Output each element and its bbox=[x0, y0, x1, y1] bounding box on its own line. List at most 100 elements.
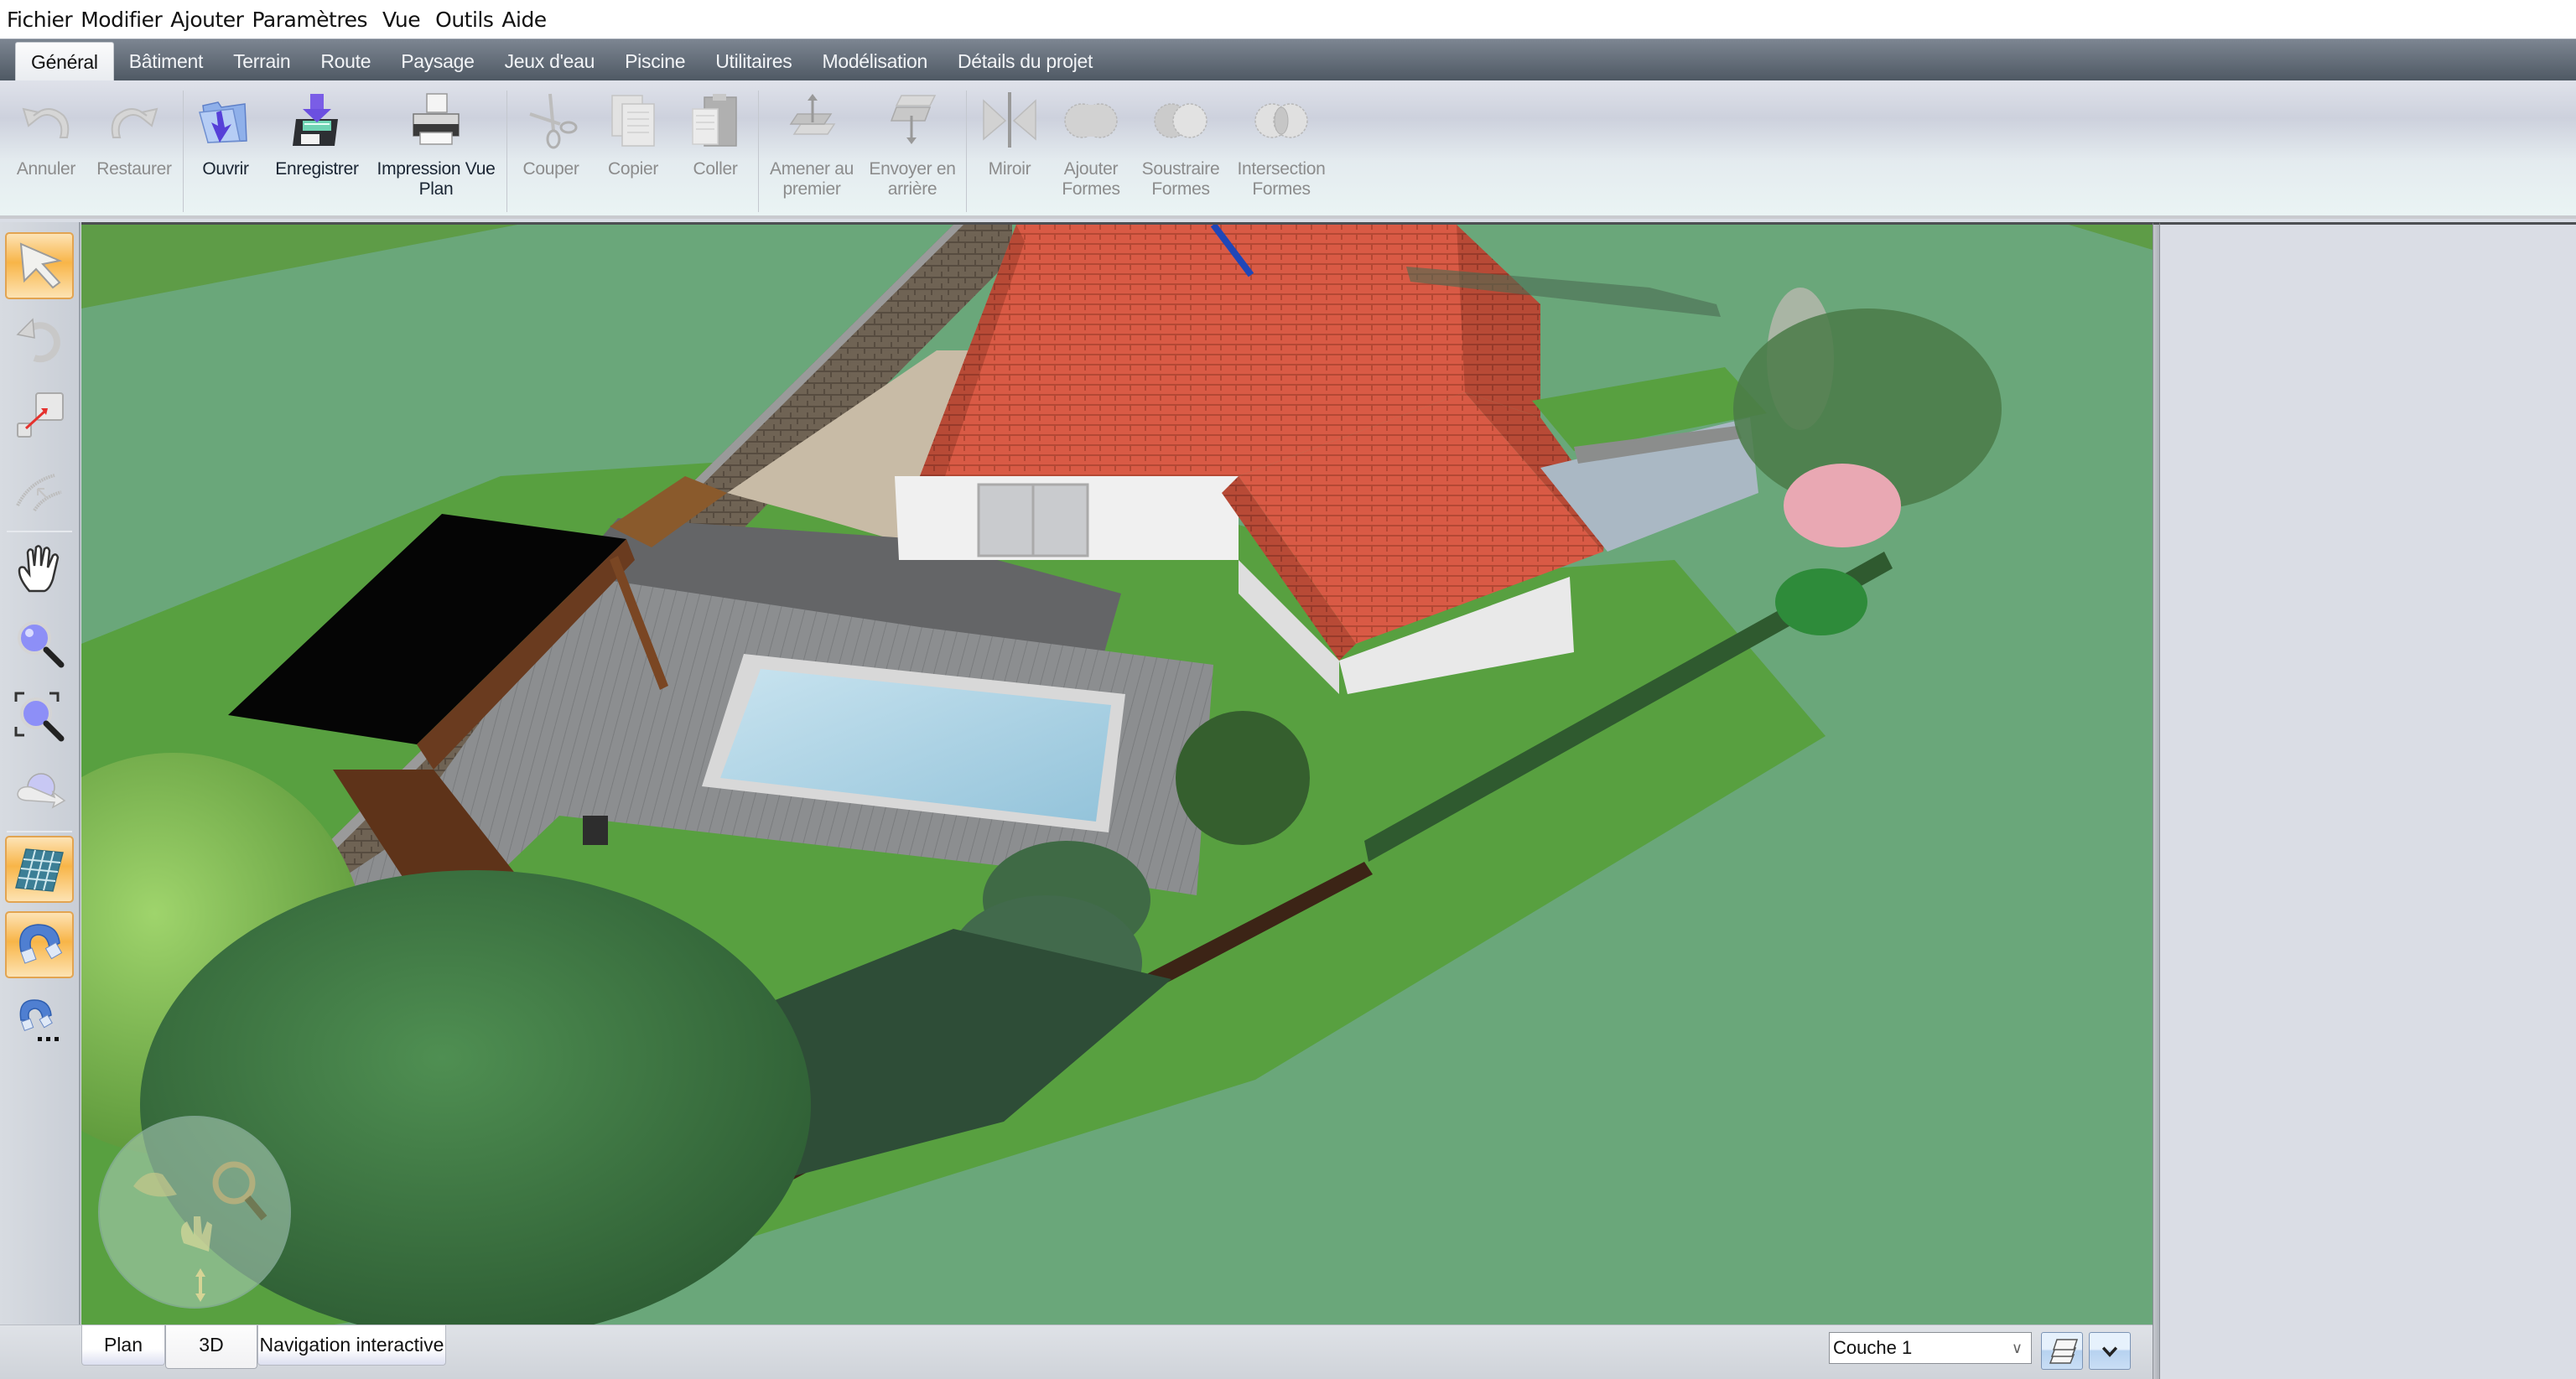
toolbar-separator bbox=[7, 531, 72, 532]
menu-outils[interactable]: Outils bbox=[435, 8, 494, 32]
rotate-tool-button[interactable] bbox=[5, 306, 74, 373]
navigation-widget[interactable] bbox=[98, 1116, 291, 1309]
ribbon-separator bbox=[758, 91, 759, 212]
save-label: Enregistrer bbox=[275, 159, 359, 179]
select-tool-button[interactable] bbox=[5, 232, 74, 299]
zoom-extents-icon bbox=[14, 692, 65, 742]
send-to-back-button[interactable]: Envoyer en arrière bbox=[864, 87, 961, 213]
paste-label: Coller bbox=[693, 159, 738, 179]
grid-icon bbox=[15, 848, 64, 892]
intersect-shapes-button[interactable]: Intersection Formes bbox=[1233, 87, 1330, 213]
pan-nav-icon bbox=[180, 1216, 212, 1252]
tab-piscine[interactable]: Piscine bbox=[610, 42, 700, 80]
tab-paysage[interactable]: Paysage bbox=[386, 42, 489, 80]
tab-modelisation[interactable]: Modélisation bbox=[807, 42, 943, 80]
save-button[interactable]: Enregistrer bbox=[270, 87, 364, 213]
subtract-shapes-label: Soustraire Formes bbox=[1141, 159, 1220, 199]
menu-fichier[interactable]: Fichier bbox=[7, 8, 73, 32]
open-button[interactable]: Ouvrir bbox=[191, 87, 260, 213]
menu-parametres[interactable]: Paramètres bbox=[252, 8, 367, 32]
layers-icon bbox=[2049, 1338, 2079, 1364]
scissors-icon bbox=[529, 93, 578, 149]
zoom-tool-button[interactable] bbox=[5, 609, 74, 677]
rotate-icon bbox=[16, 318, 60, 363]
bring-to-front-label: Amener au premier bbox=[769, 159, 854, 199]
zoom-icon bbox=[18, 621, 65, 668]
undo-button[interactable]: Annuler bbox=[12, 87, 80, 213]
tab-details-projet[interactable]: Détails du projet bbox=[943, 42, 1108, 80]
layer-select[interactable]: Couche 1 ∨ bbox=[1829, 1332, 2032, 1364]
zoom-extents-tool-button[interactable] bbox=[5, 683, 74, 750]
printer-icon bbox=[413, 93, 460, 145]
view-tab-plan[interactable]: Plan bbox=[81, 1325, 165, 1366]
snap-toggle-button[interactable] bbox=[5, 911, 74, 978]
open-label: Ouvrir bbox=[202, 159, 249, 179]
paste-button[interactable]: Coller bbox=[681, 87, 750, 213]
pan-tool-button[interactable] bbox=[5, 536, 74, 603]
copy-label: Copier bbox=[607, 159, 659, 179]
select-arrow-icon bbox=[19, 242, 63, 289]
print-button[interactable]: Impression Vue Plan bbox=[374, 87, 498, 213]
ribbon-separator bbox=[966, 91, 967, 212]
shape-subtract-icon bbox=[1154, 103, 1208, 138]
bottom-bar: Plan 3D Navigation interactive Couche 1 … bbox=[0, 1325, 2153, 1379]
redo-button[interactable]: Restaurer bbox=[94, 87, 174, 213]
bring-to-front-icon bbox=[789, 94, 836, 135]
menu-aide[interactable]: Aide bbox=[501, 8, 547, 32]
intersect-shapes-label: Intersection Formes bbox=[1237, 159, 1326, 199]
send-to-back-icon bbox=[890, 95, 937, 144]
arc-edit-tool-button[interactable] bbox=[5, 457, 74, 524]
properties-panel bbox=[2160, 222, 2576, 1379]
tab-terrain[interactable]: Terrain bbox=[218, 42, 305, 80]
arc-edit-icon bbox=[16, 474, 62, 512]
navigation-widget-icons bbox=[133, 1161, 267, 1302]
layer-select-value: Couche 1 bbox=[1833, 1337, 1913, 1358]
layers-button[interactable] bbox=[2041, 1332, 2083, 1370]
planter-box bbox=[583, 816, 608, 845]
grid-toggle-button[interactable] bbox=[5, 836, 74, 903]
toolbar-separator bbox=[7, 831, 72, 832]
mirror-label: Miroir bbox=[988, 159, 1031, 179]
panel-splitter[interactable] bbox=[2153, 222, 2160, 1379]
3d-viewport[interactable] bbox=[81, 222, 2153, 1325]
tab-jeux-deau[interactable]: Jeux d'eau bbox=[490, 42, 610, 80]
bring-to-front-button[interactable]: Amener au premier bbox=[763, 87, 860, 213]
menu-modifier[interactable]: Modifier bbox=[80, 8, 163, 32]
redo-icon bbox=[111, 107, 158, 138]
ribbon-separator bbox=[506, 91, 507, 212]
move-resize-icon bbox=[17, 392, 64, 438]
expand-button[interactable] bbox=[2089, 1332, 2131, 1370]
print-label: Impression Vue Plan bbox=[377, 159, 496, 199]
garden-3d-scene bbox=[81, 225, 2153, 1325]
zoom-nav-handle bbox=[244, 1195, 267, 1221]
union-shapes-label: Ajouter Formes bbox=[1062, 159, 1120, 199]
save-disk-icon bbox=[293, 94, 338, 146]
tab-batiment[interactable]: Bâtiment bbox=[114, 42, 218, 80]
tab-route[interactable]: Route bbox=[305, 42, 386, 80]
tab-utilitaires[interactable]: Utilitaires bbox=[700, 42, 807, 80]
cut-button[interactable]: Couper bbox=[515, 87, 587, 213]
tab-general[interactable]: Général bbox=[15, 42, 114, 80]
magnet-settings-icon bbox=[19, 999, 59, 1041]
mirror-button[interactable]: Miroir bbox=[974, 87, 1045, 213]
view-tab-navigation-interactive[interactable]: Navigation interactive bbox=[257, 1325, 446, 1366]
zoom-nav-icon bbox=[212, 1161, 256, 1205]
cherry-blossom-tree bbox=[1784, 464, 1901, 547]
cut-label: Couper bbox=[522, 159, 579, 179]
orbit-tool-button[interactable] bbox=[5, 757, 74, 824]
snap-settings-button[interactable] bbox=[5, 985, 74, 1052]
move-resize-tool-button[interactable] bbox=[5, 381, 74, 448]
chevron-down-icon: ∨ bbox=[2011, 1340, 2023, 1356]
menu-bar: Fichier Modifier Ajouter Paramètres Vue … bbox=[0, 0, 2576, 39]
menu-vue[interactable]: Vue bbox=[382, 8, 421, 32]
copy-button[interactable]: Copier bbox=[599, 87, 667, 213]
palm-tree bbox=[1176, 711, 1310, 845]
mirror-icon bbox=[983, 92, 1036, 148]
view-tab-3d[interactable]: 3D bbox=[165, 1325, 257, 1369]
menu-ajouter[interactable]: Ajouter bbox=[170, 8, 244, 32]
ribbon-toolbar: Annuler Restaurer Ouvrir Enregistrer Imp… bbox=[0, 80, 2576, 219]
copy-icon bbox=[611, 95, 655, 147]
undo-icon bbox=[22, 107, 70, 138]
union-shapes-button[interactable]: Ajouter Formes bbox=[1055, 87, 1127, 213]
subtract-shapes-button[interactable]: Soustraire Formes bbox=[1137, 87, 1224, 213]
